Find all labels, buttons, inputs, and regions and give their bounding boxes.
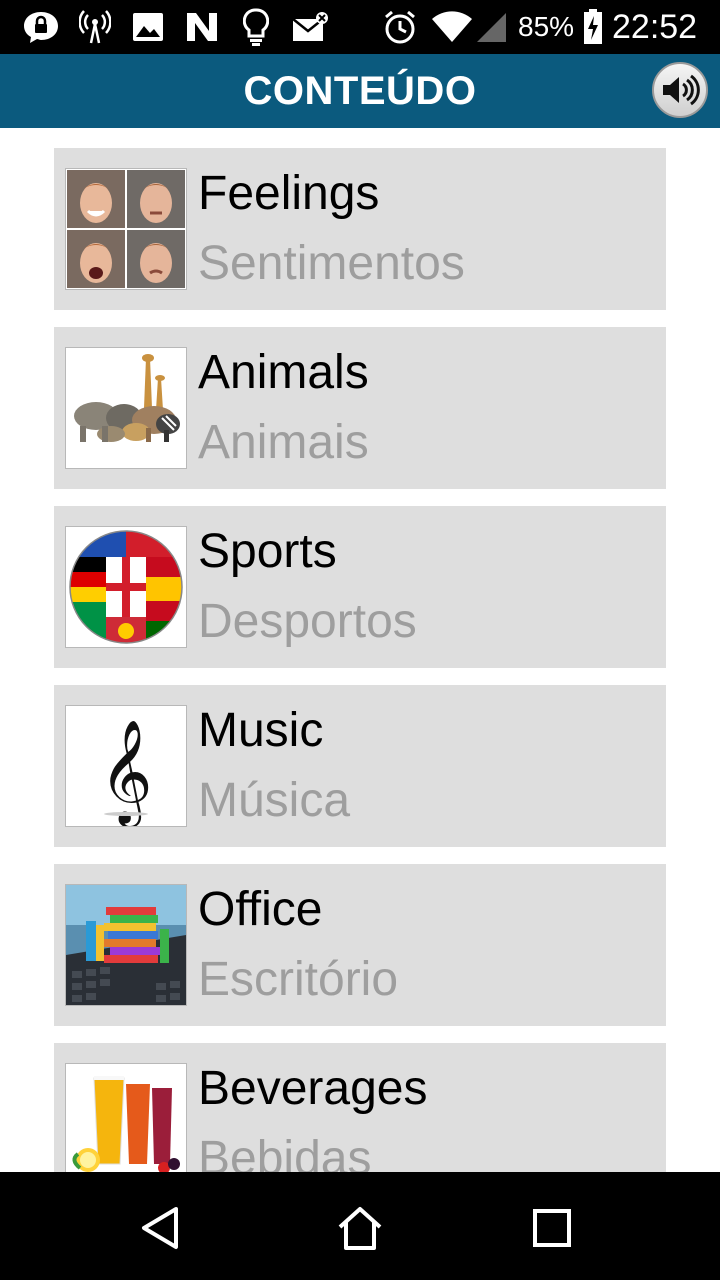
clock-time: 22:52 bbox=[612, 7, 698, 46]
category-translation: Desportos bbox=[198, 595, 417, 648]
recents-icon bbox=[532, 1208, 572, 1248]
flags-ball-image bbox=[65, 526, 187, 648]
navigation-bar bbox=[0, 1172, 720, 1280]
category-title: Sports bbox=[198, 525, 337, 578]
battery-charging-icon bbox=[582, 8, 604, 46]
image-icon bbox=[130, 8, 166, 46]
category-title: Office bbox=[198, 883, 323, 936]
category-item-feelings[interactable]: Feelings Sentimentos bbox=[54, 148, 666, 310]
battery-percent: 85% bbox=[518, 11, 575, 42]
category-item-beverages[interactable]: Beverages Bebidas bbox=[54, 1043, 666, 1172]
signal-tower-icon bbox=[78, 8, 112, 46]
home-button[interactable] bbox=[330, 1198, 390, 1258]
recents-button[interactable] bbox=[522, 1198, 582, 1258]
category-translation: Sentimentos bbox=[198, 237, 465, 290]
lock-chat-icon bbox=[20, 8, 62, 46]
category-title: Beverages bbox=[198, 1062, 428, 1115]
category-item-office[interactable]: Office Escritório bbox=[54, 864, 666, 1026]
category-list[interactable]: Feelings Sentimentos Animals Animais Spo… bbox=[0, 128, 720, 1172]
category-title: Music bbox=[198, 704, 324, 757]
category-title: Animals bbox=[198, 346, 369, 399]
category-title: Feelings bbox=[198, 167, 380, 220]
n-icon bbox=[184, 8, 220, 46]
status-bar: 85% 22:52 bbox=[0, 0, 720, 54]
juice-glasses-image bbox=[65, 1063, 187, 1172]
category-item-music[interactable]: 𝄞 Music Música bbox=[54, 685, 666, 847]
alarm-icon bbox=[380, 8, 420, 46]
wifi-icon bbox=[430, 8, 474, 46]
svg-text:𝄞: 𝄞 bbox=[99, 719, 152, 826]
speaker-icon bbox=[660, 73, 700, 107]
animals-image bbox=[65, 347, 187, 469]
binders-laptop-image bbox=[65, 884, 187, 1006]
category-translation: Música bbox=[198, 774, 351, 827]
category-translation: Escritório bbox=[198, 953, 399, 1006]
mail-muted-icon bbox=[290, 8, 330, 46]
category-translation: Animais bbox=[198, 416, 369, 469]
speaker-button[interactable] bbox=[652, 62, 708, 118]
lightbulb-icon bbox=[240, 8, 272, 46]
page-title: CONTEÚDO bbox=[243, 69, 477, 113]
back-button[interactable] bbox=[130, 1198, 190, 1258]
faces-image bbox=[65, 168, 187, 290]
treble-clef-image: 𝄞 bbox=[65, 705, 187, 827]
category-translation: Bebidas bbox=[198, 1132, 372, 1173]
home-icon bbox=[336, 1205, 384, 1251]
app-bar: CONTEÚDO bbox=[0, 54, 720, 128]
back-icon bbox=[138, 1205, 182, 1251]
category-item-sports[interactable]: Sports Desportos bbox=[54, 506, 666, 668]
category-item-animals[interactable]: Animals Animais bbox=[54, 327, 666, 489]
cellular-icon bbox=[474, 8, 508, 46]
